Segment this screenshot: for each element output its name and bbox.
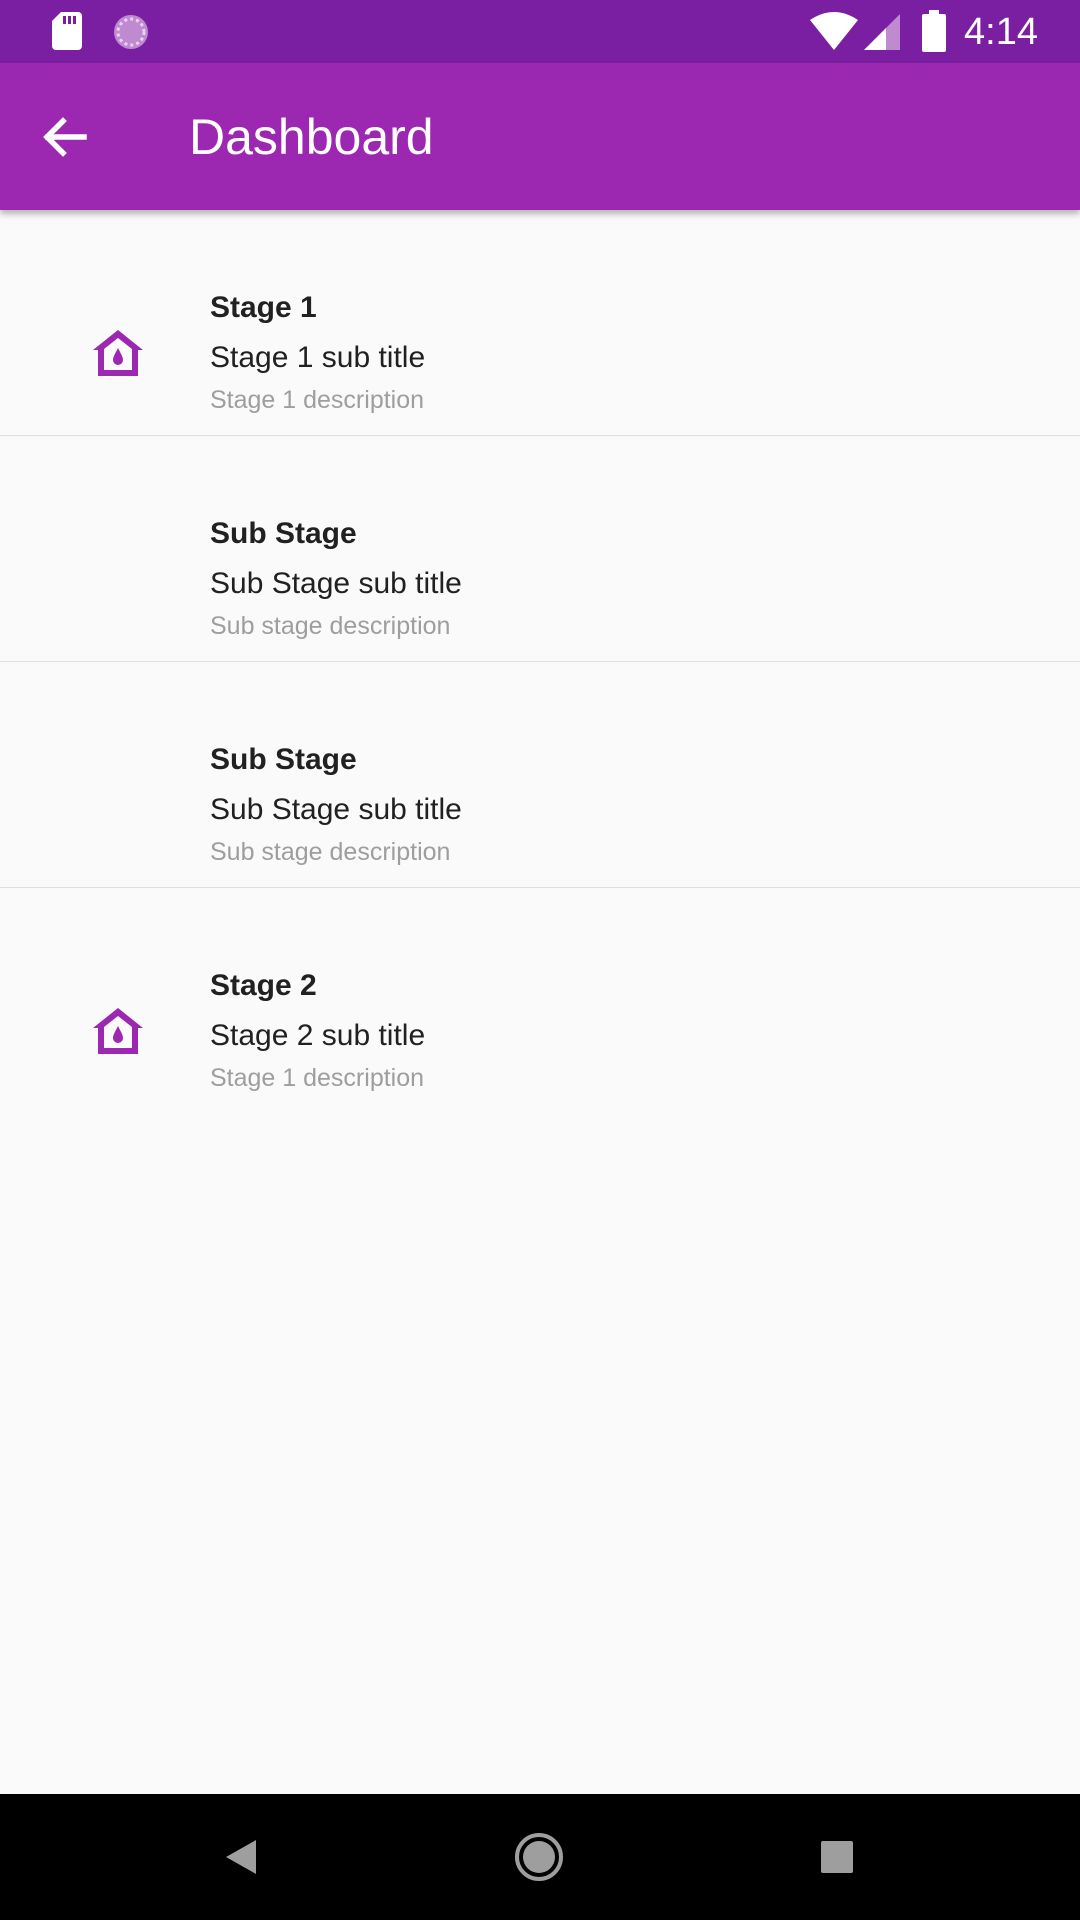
home-icon xyxy=(515,1833,563,1881)
item-subtitle: Stage 1 sub title xyxy=(210,341,426,374)
home-water-icon xyxy=(93,1008,143,1054)
item-description: Stage 1 description xyxy=(210,1064,425,1092)
recents-icon xyxy=(821,1841,853,1873)
item-title: Stage 1 xyxy=(210,291,317,324)
list-item-sub-stage[interactable]: Sub Stage Sub Stage sub title Sub stage … xyxy=(0,662,1080,888)
status-bar: 4:14 xyxy=(0,0,1080,63)
status-time: 4:14 xyxy=(964,11,1038,53)
sync-icon xyxy=(114,15,148,49)
nav-recents-button[interactable] xyxy=(804,1824,870,1890)
app-bar: Dashboard xyxy=(0,63,1080,210)
back-icon xyxy=(226,1840,256,1874)
battery-icon xyxy=(922,10,946,52)
item-subtitle: Sub Stage sub title xyxy=(210,793,462,826)
arrow-back-icon xyxy=(43,117,87,157)
list-item-sub-stage[interactable]: Sub Stage Sub Stage sub title Sub stage … xyxy=(0,436,1080,662)
sd-card-icon xyxy=(52,12,82,50)
home-water-icon xyxy=(93,330,143,376)
nav-home-button[interactable] xyxy=(506,1824,572,1890)
item-description: Stage 1 description xyxy=(210,386,425,414)
nav-back-button[interactable] xyxy=(208,1824,274,1890)
list-item-stage-1[interactable]: Stage 1 Stage 1 sub title Stage 1 descri… xyxy=(0,210,1080,436)
wifi-icon xyxy=(810,12,858,50)
item-subtitle: Sub Stage sub title xyxy=(210,567,462,600)
item-description: Sub stage description xyxy=(210,612,451,640)
list-item-stage-2[interactable]: Stage 2 Stage 2 sub title Stage 1 descri… xyxy=(0,888,1080,1114)
back-button[interactable] xyxy=(30,103,98,171)
item-description: Sub stage description xyxy=(210,838,451,866)
item-title: Stage 2 xyxy=(210,969,317,1002)
item-subtitle: Stage 2 sub title xyxy=(210,1019,426,1052)
item-title: Sub Stage xyxy=(210,517,357,550)
navigation-bar xyxy=(0,1794,1080,1920)
page-title: Dashboard xyxy=(189,109,434,165)
signal-icon xyxy=(864,14,900,50)
item-title: Sub Stage xyxy=(210,743,357,776)
stage-list: Stage 1 Stage 1 sub title Stage 1 descri… xyxy=(0,210,1080,1114)
